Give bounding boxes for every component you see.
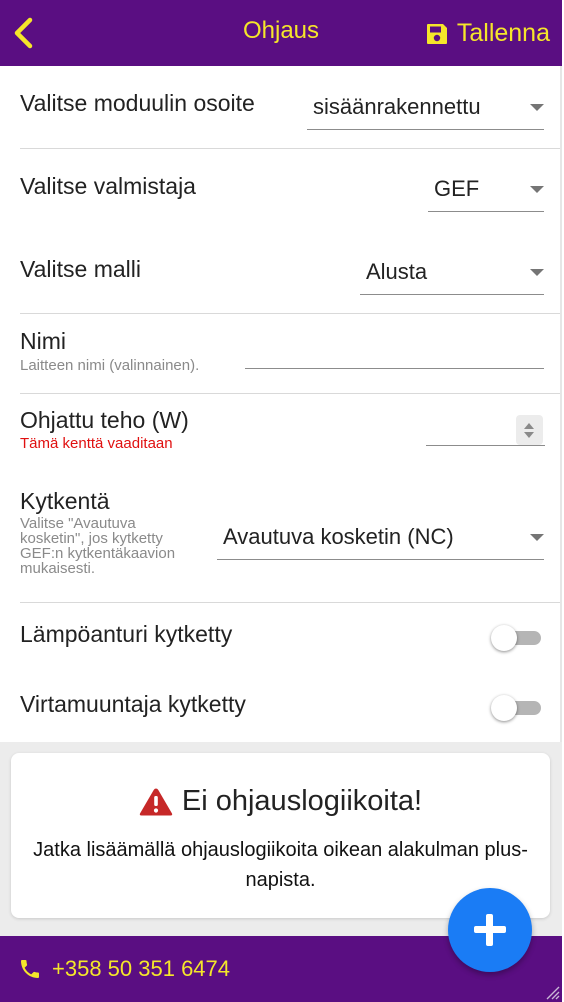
name-hint: Laitteen nimi (valinnainen). — [20, 357, 200, 374]
resize-grip-icon[interactable] — [544, 984, 560, 1000]
save-button-label: Tallenna — [456, 19, 550, 47]
plus-icon-vertical — [486, 914, 493, 946]
empty-state-text: Jatka lisäämällä ohjauslogiikoita oikean… — [33, 839, 528, 891]
phone-icon — [21, 960, 39, 978]
toggle-knob — [491, 625, 517, 651]
phone-number: +358 50 351 6474 — [52, 956, 231, 981]
power-error: Tämä kenttä vaaditaan — [20, 435, 173, 452]
temp-sensor-label: Lämpöanturi kytketty — [20, 621, 233, 647]
empty-state-title: Ei ohjauslogiikoita! — [11, 785, 550, 818]
module-address-value: sisäänrakennettu — [313, 94, 481, 119]
divider — [20, 602, 560, 603]
number-stepper[interactable] — [516, 415, 543, 445]
wiring-select[interactable]: Avautuva kosketin (NC) — [217, 516, 544, 560]
power-label: Ohjattu teho (W) — [20, 407, 189, 433]
floppy-disk-icon — [426, 23, 447, 44]
stepper-down-icon[interactable] — [524, 432, 534, 438]
dropdown-arrow-icon — [530, 534, 544, 541]
top-bar: Ohjaus Tallenna — [0, 0, 562, 66]
dropdown-arrow-icon — [530, 269, 544, 276]
name-input[interactable] — [245, 340, 544, 369]
add-control-logic-button[interactable] — [448, 888, 532, 972]
wiring-label: Kytkentä — [20, 488, 110, 514]
divider — [20, 148, 560, 149]
empty-state-title-text: Ei ohjauslogiikoita! — [181, 785, 423, 817]
manufacturer-value: GEF — [434, 176, 480, 201]
save-button[interactable]: Tallenna — [425, 19, 550, 48]
manufacturer-select[interactable]: GEF — [428, 168, 544, 212]
manufacturer-label: Valitse valmistaja — [20, 173, 196, 199]
toggle-knob — [491, 695, 517, 721]
model-select[interactable]: Alusta — [360, 251, 544, 295]
model-value: Alusta — [366, 259, 428, 284]
app-window: Ohjaus Tallenna Valitse moduulin osoite … — [0, 0, 562, 1002]
divider — [20, 393, 560, 394]
name-label: Nimi — [20, 328, 66, 354]
wiring-hint: Valitse "Avautuva kosketin", jos kytkett… — [20, 515, 176, 577]
stepper-up-icon[interactable] — [524, 423, 534, 429]
dropdown-arrow-icon — [530, 104, 544, 111]
current-transformer-label: Virtamuuntaja kytketty — [20, 691, 246, 717]
module-address-select[interactable]: sisäänrakennettu — [307, 86, 544, 130]
warning-triangle-icon — [139, 788, 173, 815]
module-address-label: Valitse moduulin osoite — [20, 90, 255, 116]
divider — [20, 313, 560, 314]
phone-link[interactable]: +358 50 351 6474 — [18, 956, 230, 982]
current-transformer-toggle[interactable] — [491, 695, 541, 721]
temp-sensor-toggle[interactable] — [491, 625, 541, 651]
model-label: Valitse malli — [20, 256, 141, 282]
wiring-value: Avautuva kosketin (NC) — [223, 524, 454, 549]
dropdown-arrow-icon — [530, 186, 544, 193]
